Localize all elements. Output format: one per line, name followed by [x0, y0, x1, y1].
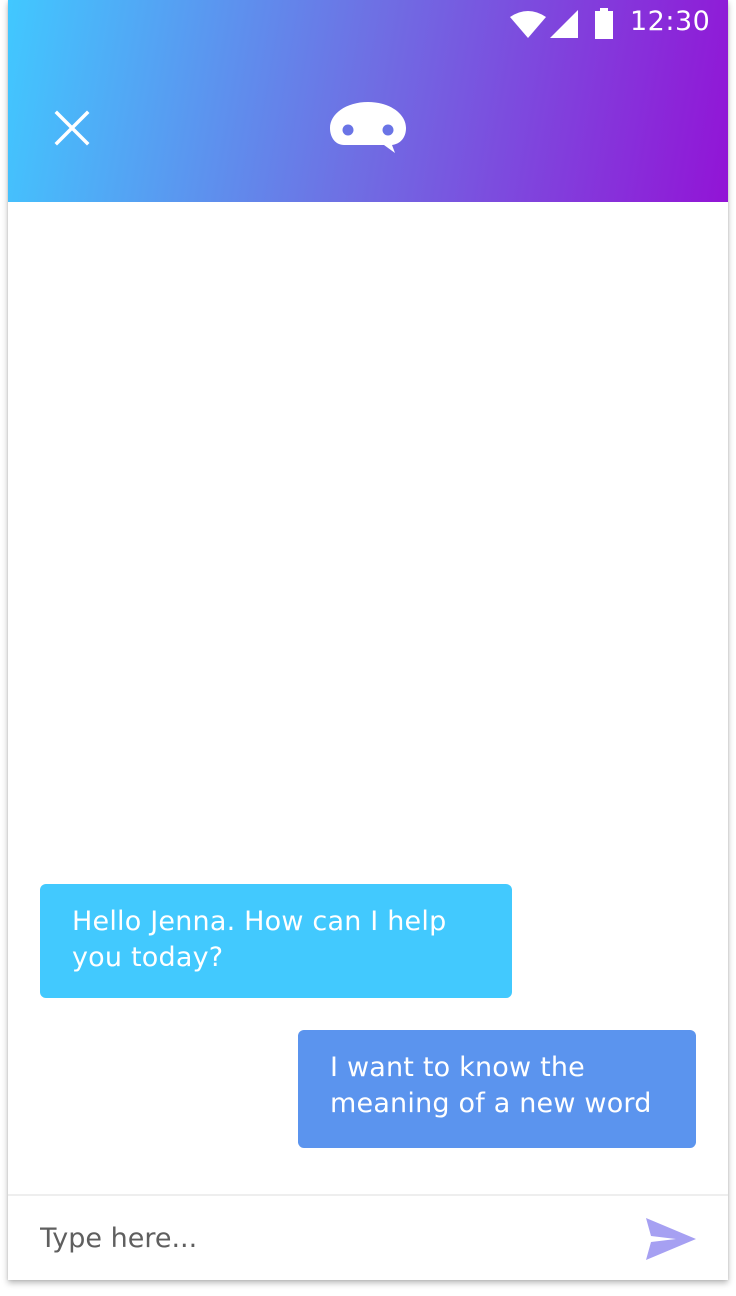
chat-bot-icon	[328, 100, 408, 158]
user-message-text: I want to know the meaning of a new word	[330, 1052, 652, 1119]
battery-icon	[594, 8, 614, 44]
chat-header: 12:30	[8, 0, 728, 202]
message-composer	[8, 1194, 728, 1280]
close-icon	[54, 110, 90, 146]
cell-signal-icon	[550, 10, 578, 42]
bot-message-text: Hello Jenna. How can I help you today?	[72, 906, 447, 973]
status-time: 12:30	[630, 6, 711, 37]
send-icon	[646, 1218, 696, 1260]
status-bar: 12:30	[498, 0, 728, 48]
chat-screen: 12:30 Hello Jenna. How can I help you to…	[8, 0, 728, 1280]
send-button[interactable]	[638, 1212, 702, 1268]
message-input[interactable]	[40, 1216, 600, 1260]
message-list: Hello Jenna. How can I help you today? I…	[8, 202, 728, 1194]
wifi-icon	[510, 10, 546, 42]
close-button[interactable]	[44, 96, 100, 160]
bot-message-bubble: Hello Jenna. How can I help you today?	[40, 884, 512, 998]
user-message-bubble: I want to know the meaning of a new word	[298, 1030, 696, 1148]
